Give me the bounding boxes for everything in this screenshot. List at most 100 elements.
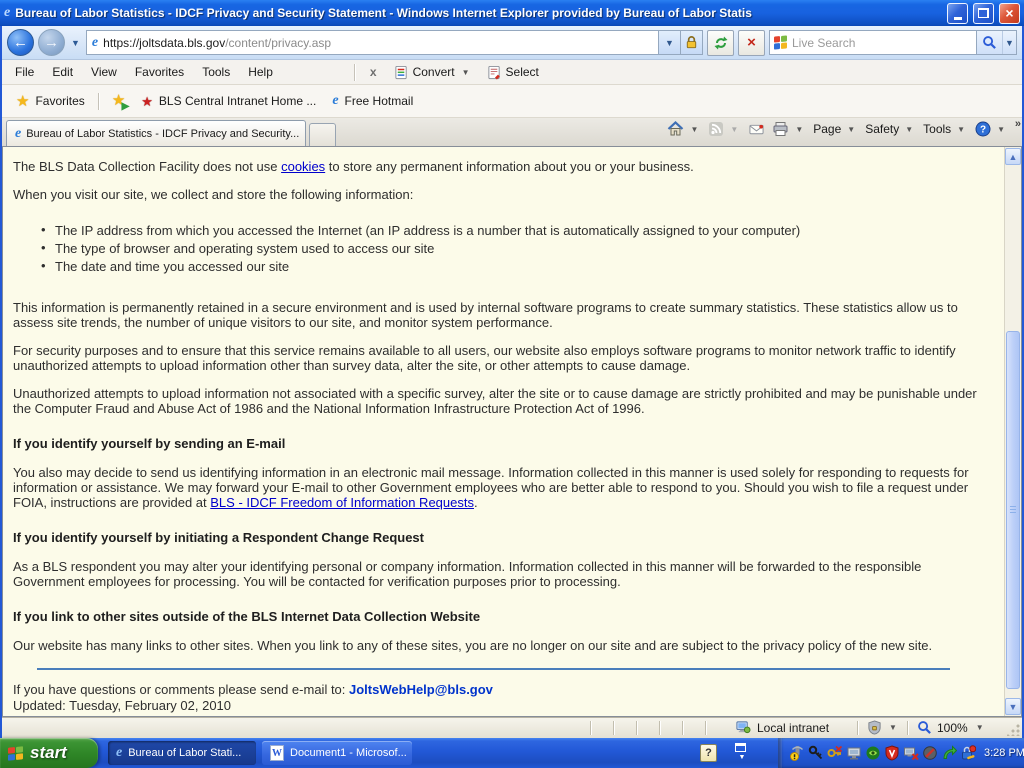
toolbar-separator <box>353 63 355 81</box>
scrollbar-thumb[interactable] <box>1006 331 1020 689</box>
start-button[interactable]: start <box>0 738 98 768</box>
menu-tools[interactable]: Tools <box>193 62 239 82</box>
wireless-alert-tray-icon[interactable] <box>789 745 805 761</box>
refresh-button[interactable] <box>707 29 734 56</box>
feeds-dropdown[interactable]: ▼ <box>727 125 741 134</box>
address-field[interactable]: e https://joltsdata.bls.gov/content/priv… <box>85 30 703 55</box>
search-input[interactable] <box>792 35 976 50</box>
restore-button[interactable] <box>973 2 994 24</box>
search-button[interactable] <box>976 31 1002 54</box>
feeds-button[interactable]: ▼ <box>708 121 741 137</box>
convert-dropdown[interactable]: ▼ <box>459 68 473 77</box>
close-button[interactable]: × <box>999 2 1020 24</box>
back-button[interactable]: ← <box>7 29 34 56</box>
tools-menu-label: Tools <box>923 122 952 136</box>
toolbar-close-button[interactable]: x <box>360 65 387 79</box>
search-options-dropdown[interactable]: ▼ <box>1002 31 1016 54</box>
nvidia-settings-tray-icon[interactable] <box>865 745 881 761</box>
key-disabled-tray-icon[interactable] <box>827 745 843 761</box>
antivirus-shield-tray-icon[interactable] <box>884 745 900 761</box>
taskbar-toolbar-toggle[interactable]: ▼ <box>735 743 749 763</box>
collected-info-list: The IP address from which you accessed t… <box>41 222 984 274</box>
text: If you have questions or comments please… <box>13 682 350 697</box>
print-button[interactable]: ▼ <box>772 121 806 137</box>
rss-feed-icon <box>709 122 724 136</box>
menu-bar: File Edit View Favorites Tools Help x Co… <box>2 60 1022 85</box>
taskbar-clock[interactable]: 3:28 PM <box>984 747 1024 759</box>
menu-help[interactable]: Help <box>239 62 282 82</box>
zoom-control[interactable]: 100% ▼ <box>917 720 987 735</box>
home-button[interactable]: ▼ <box>667 121 701 137</box>
paragraph-collect: When you visit our site, we collect and … <box>13 187 414 202</box>
paragraph-email: You also may decide to send us identifyi… <box>13 465 984 510</box>
resize-grip[interactable] <box>1007 723 1020 736</box>
favorites-star-icon: ★ <box>16 92 30 110</box>
menu-file[interactable]: File <box>6 62 43 82</box>
select-label: Select <box>505 65 539 79</box>
page-footer: If you have questions or comments please… <box>13 682 984 716</box>
menu-favorites[interactable]: Favorites <box>126 62 193 82</box>
tools-menu-button[interactable]: Tools ▼ <box>923 122 968 136</box>
foia-link[interactable]: BLS - IDCF Freedom of Information Reques… <box>210 495 474 510</box>
browser-window: e Bureau of Labor Statistics - IDCF Priv… <box>0 0 1024 768</box>
footer-divider <box>37 668 950 670</box>
favorite-link-label: BLS Central Intranet Home ... <box>158 94 317 108</box>
help-button[interactable]: ? ▼ <box>975 121 1008 137</box>
minimize-icon <box>953 16 962 20</box>
cookies-link[interactable]: cookies <box>281 159 325 174</box>
convert-button[interactable]: Convert ▼ <box>387 63 480 82</box>
menu-edit[interactable]: Edit <box>43 62 82 82</box>
scroll-up-button[interactable]: ▲ <box>1005 148 1021 165</box>
address-dropdown-button[interactable]: ▼ <box>658 31 680 54</box>
add-favorite-button[interactable]: ★ ▶ <box>112 92 129 112</box>
ssl-lock-button[interactable] <box>680 31 702 54</box>
scroll-down-button[interactable]: ▼ <box>1005 698 1021 715</box>
safety-menu-button[interactable]: Safety ▼ <box>865 122 916 136</box>
blocked-status-tray-icon[interactable] <box>922 745 938 761</box>
help-dropdown[interactable]: ▼ <box>994 125 1008 134</box>
favorites-button[interactable]: ★ Favorites <box>8 90 93 113</box>
security-key-tray-icon[interactable] <box>808 745 824 761</box>
display-tray-icon[interactable] <box>846 745 862 761</box>
page-menu-button[interactable]: Page ▼ <box>813 122 858 136</box>
email-help-link[interactable]: JoltsWebHelp@bls.gov <box>349 682 493 697</box>
taskbar-button-ie[interactable]: e Bureau of Labor Stati... <box>108 741 256 765</box>
ie-logo-icon: e <box>4 5 11 20</box>
zoom-dropdown[interactable]: ▼ <box>973 723 987 732</box>
favorite-link-bls-intranet[interactable]: ★ BLS Central Intranet Home ... <box>133 90 324 112</box>
command-bar-overflow-chevron[interactable]: » <box>1015 118 1021 130</box>
print-dropdown[interactable]: ▼ <box>792 125 806 134</box>
address-bar-row: ← → ▼ e https://joltsdata.bls.gov/conten… <box>2 26 1022 60</box>
protected-mode-button[interactable]: ▼ <box>867 720 900 735</box>
forward-button[interactable]: → <box>38 29 65 56</box>
update-agent-tray-icon[interactable] <box>941 745 957 761</box>
menu-view[interactable]: View <box>82 62 126 82</box>
new-tab-stub[interactable] <box>309 123 336 146</box>
lock-alert-tray-icon[interactable] <box>960 745 976 761</box>
recent-pages-dropdown[interactable]: ▼ <box>69 38 82 48</box>
status-separator <box>590 721 591 735</box>
zoom-level: 100% <box>937 720 968 735</box>
restore-icon <box>978 8 989 18</box>
search-box: ▼ <box>769 30 1017 55</box>
vertical-scrollbar[interactable]: ▲ ▼ <box>1004 147 1021 716</box>
favorite-link-label: Free Hotmail <box>344 94 414 108</box>
status-separator <box>857 721 858 735</box>
taskbar-button-word[interactable]: W Document1 - Microsof... <box>262 741 412 765</box>
home-dropdown[interactable]: ▼ <box>687 125 701 134</box>
refresh-icon <box>714 36 727 49</box>
bls-favicon-icon: ★ <box>141 93 153 109</box>
taskbar-help-icon[interactable]: ? <box>700 744 717 762</box>
favorite-link-free-hotmail[interactable]: e Free Hotmail <box>324 90 421 112</box>
tab-active[interactable]: e Bureau of Labor Statistics - IDCF Priv… <box>6 120 306 146</box>
mail-icon <box>749 124 764 134</box>
protected-mode-dropdown[interactable]: ▼ <box>886 723 900 732</box>
network-disconnected-tray-icon[interactable] <box>903 745 919 761</box>
tab-favicon-icon: e <box>15 125 22 141</box>
minimize-button[interactable] <box>947 2 968 24</box>
read-mail-button[interactable] <box>748 122 765 137</box>
word-document-icon: W <box>270 745 284 761</box>
heading-other-sites: If you link to other sites outside of th… <box>13 609 481 624</box>
select-button[interactable]: Select <box>480 63 546 82</box>
stop-button[interactable]: × <box>738 29 765 56</box>
